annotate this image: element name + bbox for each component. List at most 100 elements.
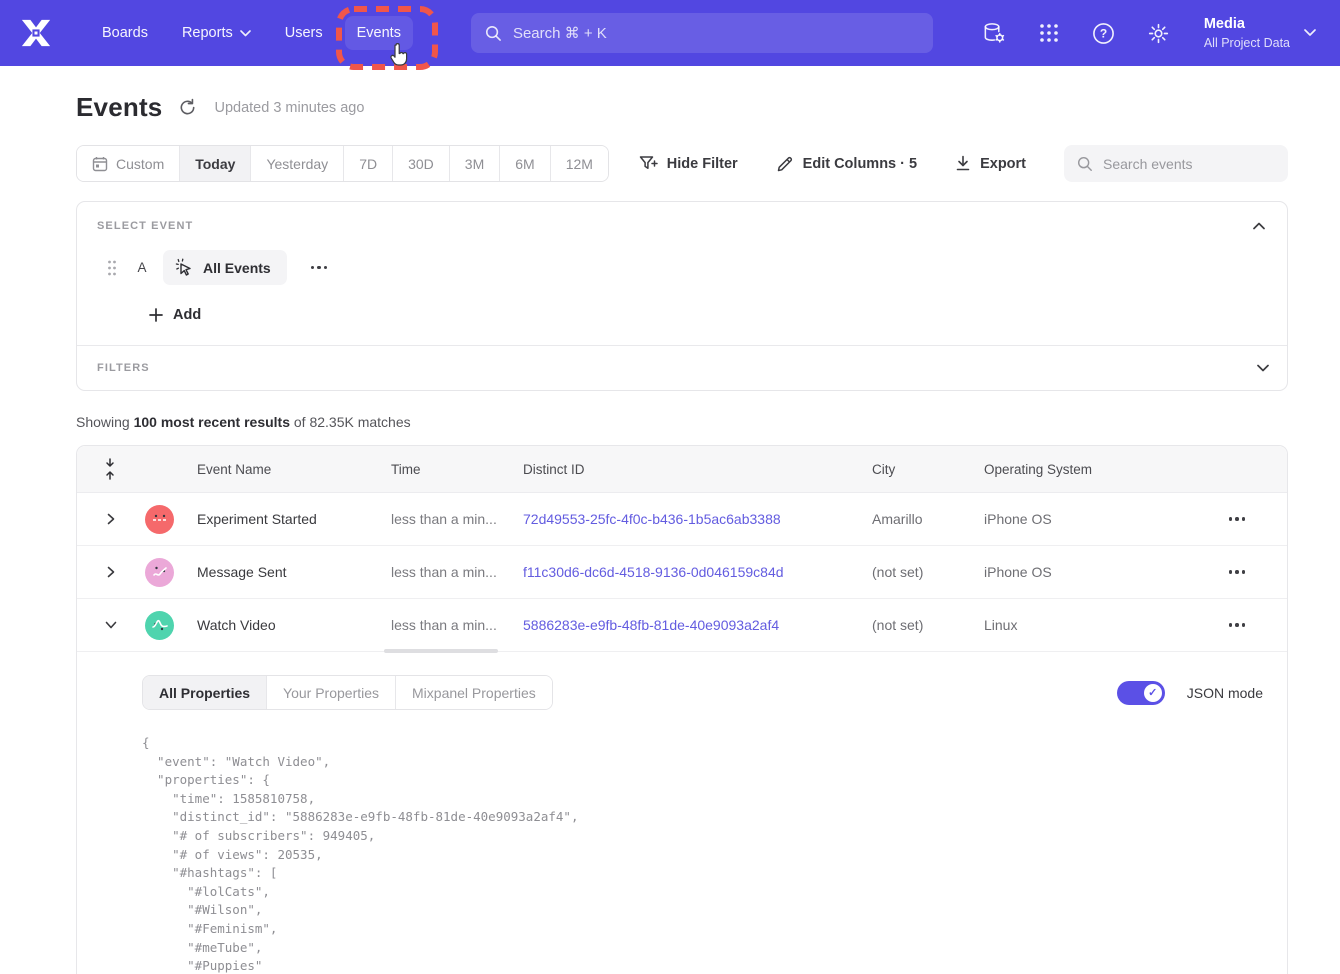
date-option-custom[interactable]: Custom — [77, 146, 180, 181]
cell-city: Amarillo — [872, 511, 984, 527]
column-header-os[interactable]: Operating System — [984, 462, 1180, 477]
json-mode-label: JSON mode — [1187, 685, 1263, 701]
table-row[interactable]: Message Sent less than a min... f11c30d6… — [77, 546, 1287, 599]
global-search-input[interactable]: Search ⌘ + K — [471, 13, 933, 53]
cell-event-name: Watch Video — [197, 617, 391, 633]
date-option-label: Today — [195, 156, 235, 172]
properties-tab-group: All Properties Your Properties Mixpanel … — [142, 675, 553, 710]
date-option-3m[interactable]: 3M — [450, 146, 500, 181]
cell-time: less than a min... — [391, 617, 523, 633]
add-event-button[interactable]: Add — [149, 307, 1267, 323]
select-event-label: SELECT EVENT — [97, 220, 1267, 232]
date-option-label: 30D — [408, 156, 434, 172]
search-events-input[interactable]: Search events — [1064, 145, 1288, 182]
collapse-row-icon[interactable] — [105, 619, 117, 631]
event-avatar — [145, 558, 174, 587]
table-row-expanded[interactable]: Watch Video less than a min... 5886283e-… — [77, 599, 1287, 652]
date-option-12m[interactable]: 12M — [551, 146, 608, 181]
svg-text:?: ? — [1100, 26, 1107, 40]
nav-item-reports[interactable]: Reports — [170, 16, 263, 50]
chevron-down-icon — [240, 30, 251, 37]
table-row[interactable]: Experiment Started less than a min... 72… — [77, 493, 1287, 546]
column-header-time[interactable]: Time — [391, 462, 523, 477]
search-icon — [485, 25, 502, 42]
summary-suffix: of 82.35K matches — [290, 414, 411, 430]
date-option-label: 7D — [359, 156, 377, 172]
expand-row-icon[interactable] — [105, 513, 117, 525]
pencil-icon — [776, 155, 794, 173]
help-icon[interactable]: ? — [1092, 21, 1116, 45]
drag-handle-icon[interactable] — [107, 259, 121, 277]
calendar-icon — [92, 156, 108, 172]
nav-item-users[interactable]: Users — [273, 16, 335, 50]
global-search-placeholder: Search ⌘ + K — [513, 24, 607, 42]
horizontal-scrollbar-thumb[interactable] — [384, 649, 498, 653]
nav-item-label: Users — [285, 25, 323, 41]
cell-distinct-id-link[interactable]: f11c30d6-dc6d-4518-9136-0d046159c84d — [523, 564, 872, 580]
event-avatar — [145, 611, 174, 640]
cell-distinct-id-link[interactable]: 5886283e-e9fb-48fb-81de-40e9093a2af4 — [523, 617, 872, 633]
refresh-icon[interactable] — [178, 98, 198, 118]
event-avatar — [145, 505, 174, 534]
export-button[interactable]: Export — [955, 155, 1026, 172]
column-header-event-name[interactable]: Event Name — [197, 462, 391, 477]
cell-os: Linux — [984, 617, 1180, 633]
date-option-label: 3M — [465, 156, 484, 172]
top-nav: Boards Reports Users Events Search ⌘ + K — [0, 0, 1340, 66]
date-option-label: 6M — [515, 156, 534, 172]
data-management-icon[interactable] — [982, 21, 1006, 45]
event-row-more-button[interactable] — [305, 260, 334, 276]
search-icon — [1077, 156, 1093, 172]
edit-columns-button[interactable]: Edit Columns · 5 — [776, 155, 917, 173]
date-option-7d[interactable]: 7D — [344, 146, 393, 181]
nav-item-label: Events — [357, 25, 401, 41]
tab-mixpanel-properties[interactable]: Mixpanel Properties — [396, 676, 552, 709]
collapse-section-button[interactable] — [1247, 214, 1271, 238]
event-row-letter: A — [135, 260, 149, 275]
cell-os: iPhone OS — [984, 511, 1180, 527]
cell-distinct-id-link[interactable]: 72d49553-25fc-4f0c-b436-1b5ac6ab3388 — [523, 511, 872, 527]
nav-item-boards[interactable]: Boards — [90, 16, 160, 50]
expand-row-icon[interactable] — [105, 566, 117, 578]
date-range-segmented-control: Custom Today Yesterday 7D 30D 3M 6M 12M — [76, 145, 609, 182]
row-menu-button[interactable] — [1223, 617, 1252, 633]
last-updated-text: Updated 3 minutes ago — [214, 100, 364, 116]
date-option-30d[interactable]: 30D — [393, 146, 450, 181]
settings-gear-icon[interactable] — [1147, 21, 1171, 45]
cell-time: less than a min... — [391, 511, 523, 527]
column-header-distinct-id[interactable]: Distinct ID — [523, 462, 872, 477]
nav-item-events[interactable]: Events — [345, 16, 413, 50]
cell-event-name: Message Sent — [197, 564, 391, 580]
filters-section-toggle[interactable]: FILTERS — [77, 345, 1287, 390]
summary-prefix: Showing — [76, 414, 134, 430]
apps-grid-icon[interactable] — [1037, 21, 1061, 45]
tab-label: All Properties — [159, 685, 250, 701]
table-header-row: Event Name Time Distinct ID City Operati… — [77, 446, 1287, 493]
project-switcher[interactable]: Media All Project Data — [1204, 15, 1316, 51]
row-menu-button[interactable] — [1223, 511, 1252, 527]
mixpanel-logo-icon[interactable] — [20, 18, 52, 48]
plus-icon — [149, 308, 163, 322]
row-menu-button[interactable] — [1223, 564, 1252, 580]
chevron-up-icon — [1253, 222, 1265, 230]
cell-city: (not set) — [872, 564, 984, 580]
date-option-today[interactable]: Today — [180, 146, 251, 181]
tab-your-properties[interactable]: Your Properties — [267, 676, 396, 709]
primary-nav: Boards Reports Users Events — [90, 16, 413, 50]
event-selector-chip[interactable]: All Events — [163, 250, 287, 285]
tab-all-properties[interactable]: All Properties — [143, 676, 267, 709]
filters-label: FILTERS — [97, 362, 150, 374]
chevron-down-icon — [1257, 364, 1269, 372]
collapse-all-rows-icon[interactable] — [103, 458, 117, 480]
filter-funnel-icon — [639, 155, 658, 173]
events-table: Event Name Time Distinct ID City Operati… — [76, 445, 1288, 974]
tab-label: Your Properties — [283, 685, 379, 701]
column-header-city[interactable]: City — [872, 462, 984, 477]
hide-filter-label: Hide Filter — [667, 156, 738, 172]
hide-filter-button[interactable]: Hide Filter — [639, 155, 738, 173]
json-mode-toggle[interactable]: ✓ — [1117, 681, 1165, 705]
event-sparkle-cursor-icon — [175, 258, 194, 277]
date-option-6m[interactable]: 6M — [500, 146, 550, 181]
date-option-yesterday[interactable]: Yesterday — [251, 146, 344, 181]
cell-time: less than a min... — [391, 564, 523, 580]
